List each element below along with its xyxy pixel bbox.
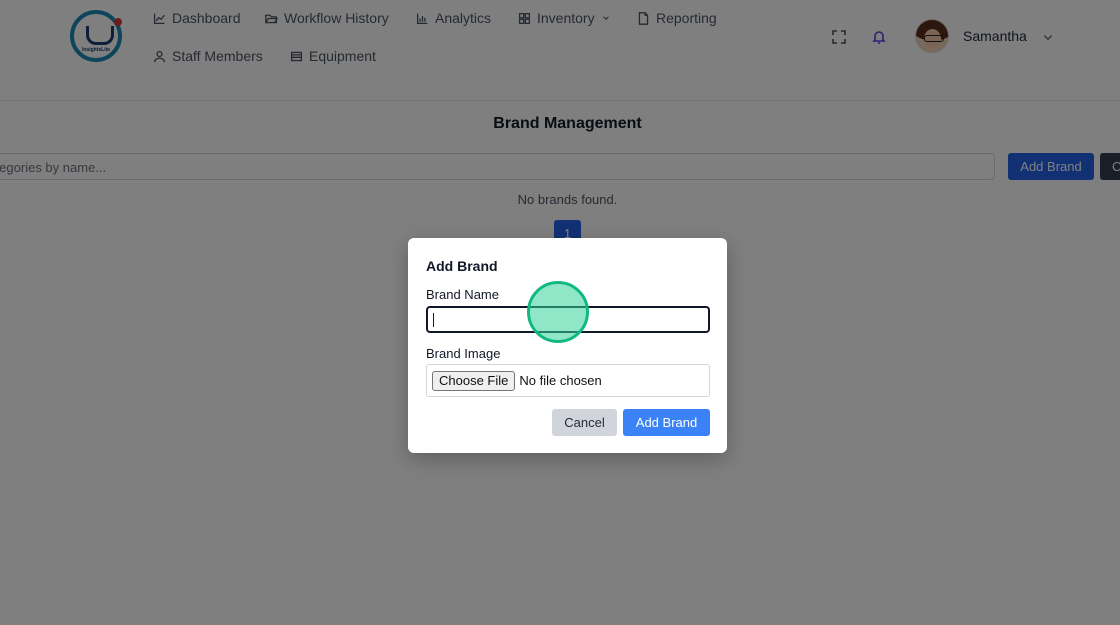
brand-image-label: Brand Image — [426, 346, 501, 361]
modal-title: Add Brand — [426, 258, 498, 274]
page: InsightsLite Dashboard Workflow History … — [0, 0, 1120, 625]
text-caret — [433, 313, 434, 327]
click-indicator — [527, 281, 589, 343]
brand-image-file-input[interactable]: Choose File No file chosen — [426, 364, 710, 397]
brand-name-label: Brand Name — [426, 287, 499, 302]
cancel-button[interactable]: Cancel — [552, 409, 617, 436]
choose-file-button[interactable]: Choose File — [432, 370, 516, 391]
submit-add-brand-button[interactable]: Add Brand — [623, 409, 710, 436]
add-brand-modal: Add Brand Brand Name Brand Image Choose … — [408, 238, 727, 453]
file-status: No file chosen — [519, 373, 602, 388]
